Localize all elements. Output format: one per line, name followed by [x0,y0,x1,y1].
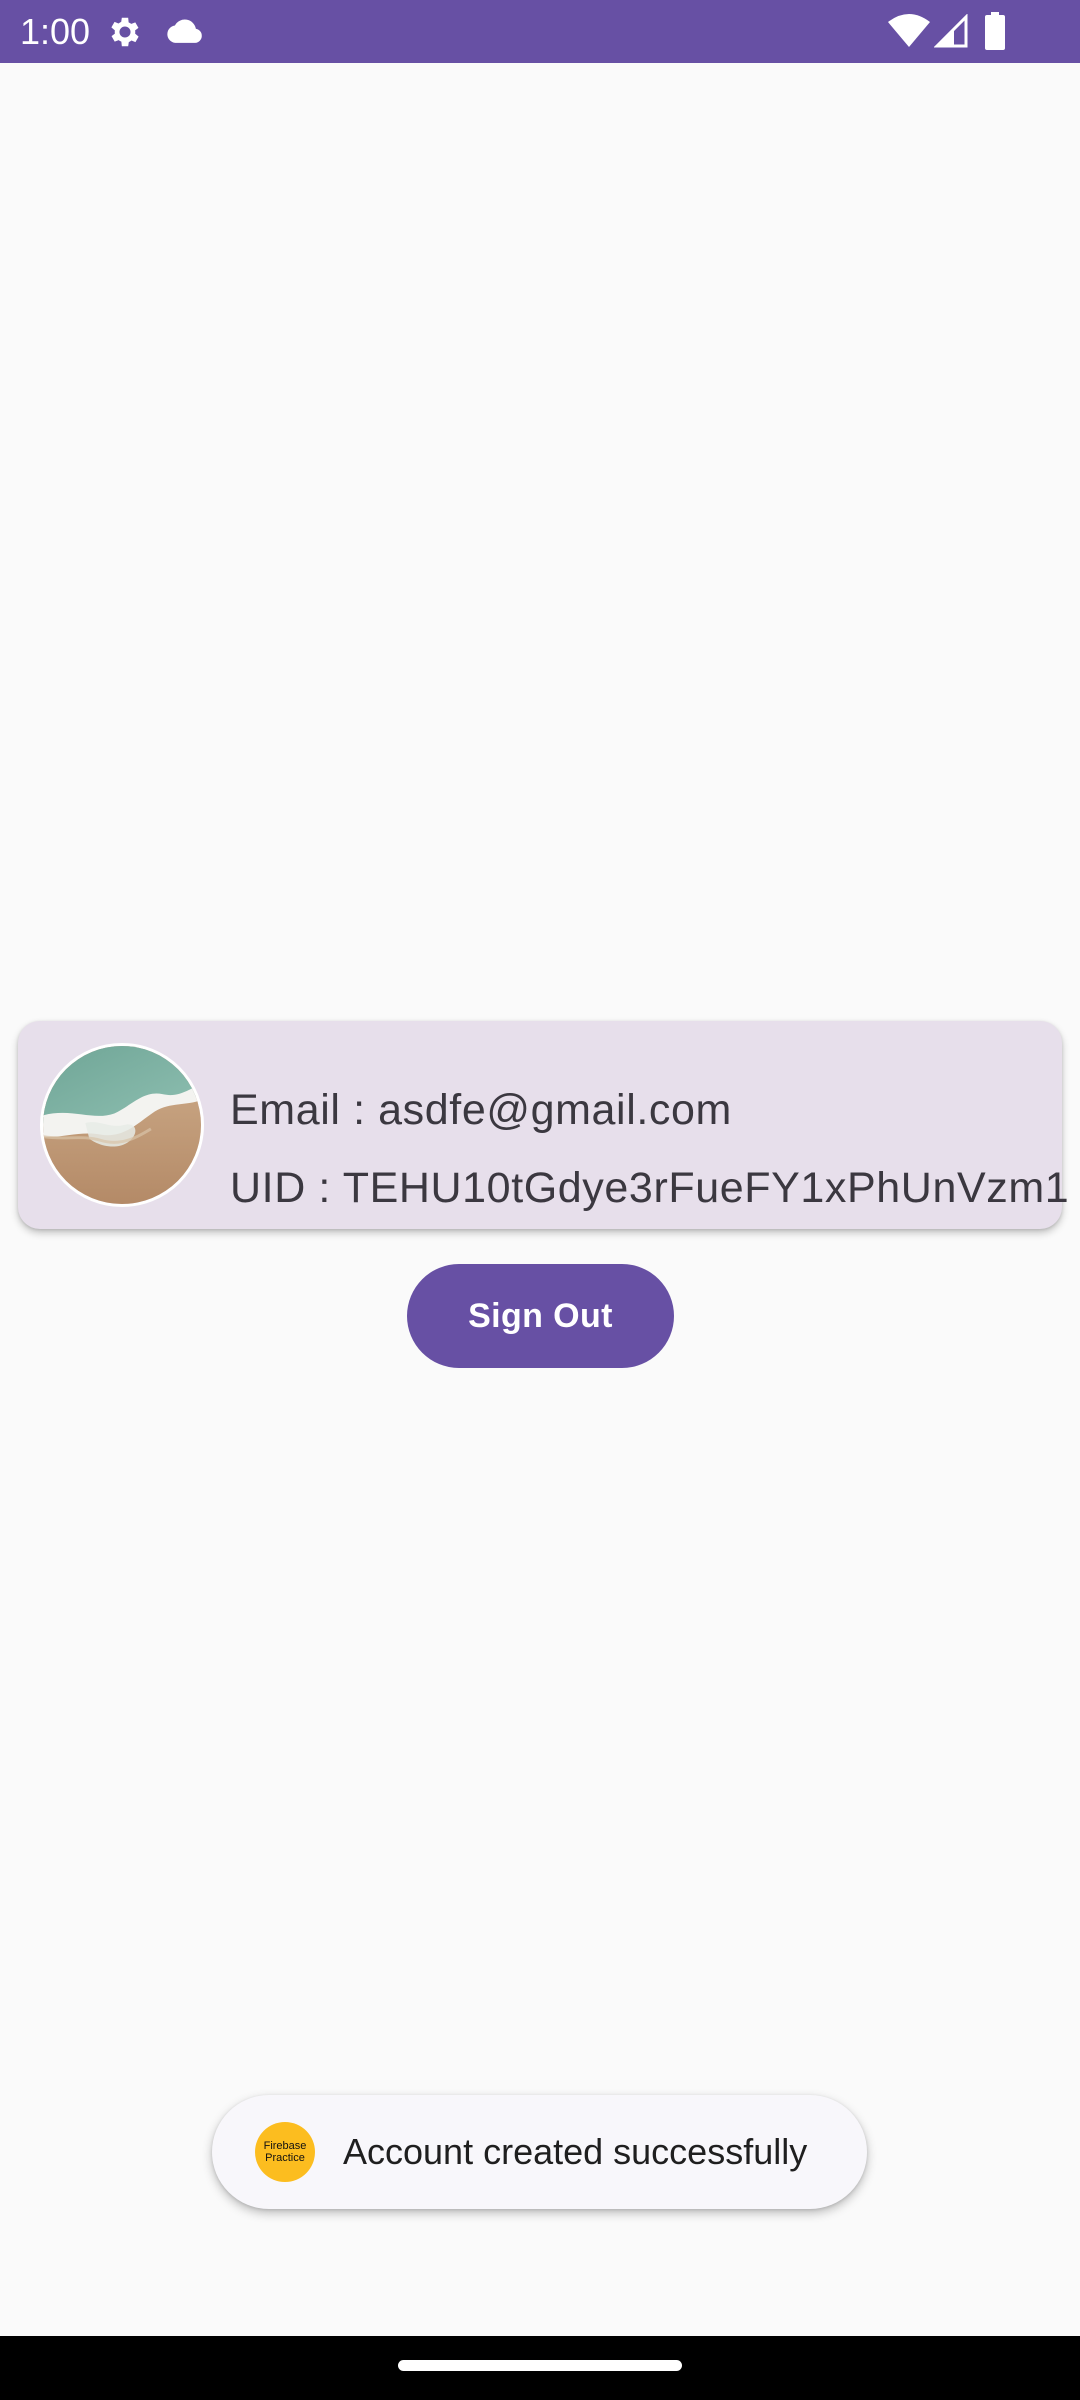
navigation-bar [0,2336,1080,2400]
sign-out-button[interactable]: Sign Out [407,1264,674,1368]
wifi-icon [888,14,930,47]
battery-icon [985,12,1005,50]
toast-message: Account created successfully [343,2131,808,2172]
app-icon: Firebase Practice [255,2122,315,2182]
app-icon-label-line2: Practice [265,2152,305,2164]
app-icon-label-line1: Firebase [263,2140,307,2152]
avatar [40,1043,204,1207]
avatar-beach-image [43,1046,201,1204]
uid-line: UID : TEHU10tGdye3rFueFY1xPhUnVzm1 [230,1162,1069,1214]
gear-icon [111,17,139,47]
toast: Firebase Practice Account created succes… [212,2095,867,2209]
uid-label: UID : [230,1164,343,1212]
home-indicator[interactable] [398,2360,682,2371]
uid-value: TEHU10tGdye3rFueFY1xPhUnVzm1 [342,1164,1070,1212]
email-label: Email : [230,1086,379,1134]
cloud-icon [167,19,202,43]
status-time: 1:00 [20,11,91,52]
status-bar: 1:00 [0,0,1080,63]
signal-icon [934,14,968,48]
email-line: Email : asdfe@gmail.com [230,1084,732,1136]
email-value: asdfe@gmail.com [378,1086,732,1134]
profile-card: Email : asdfe@gmail.com UID : TEHU10tGdy… [18,1021,1069,1229]
